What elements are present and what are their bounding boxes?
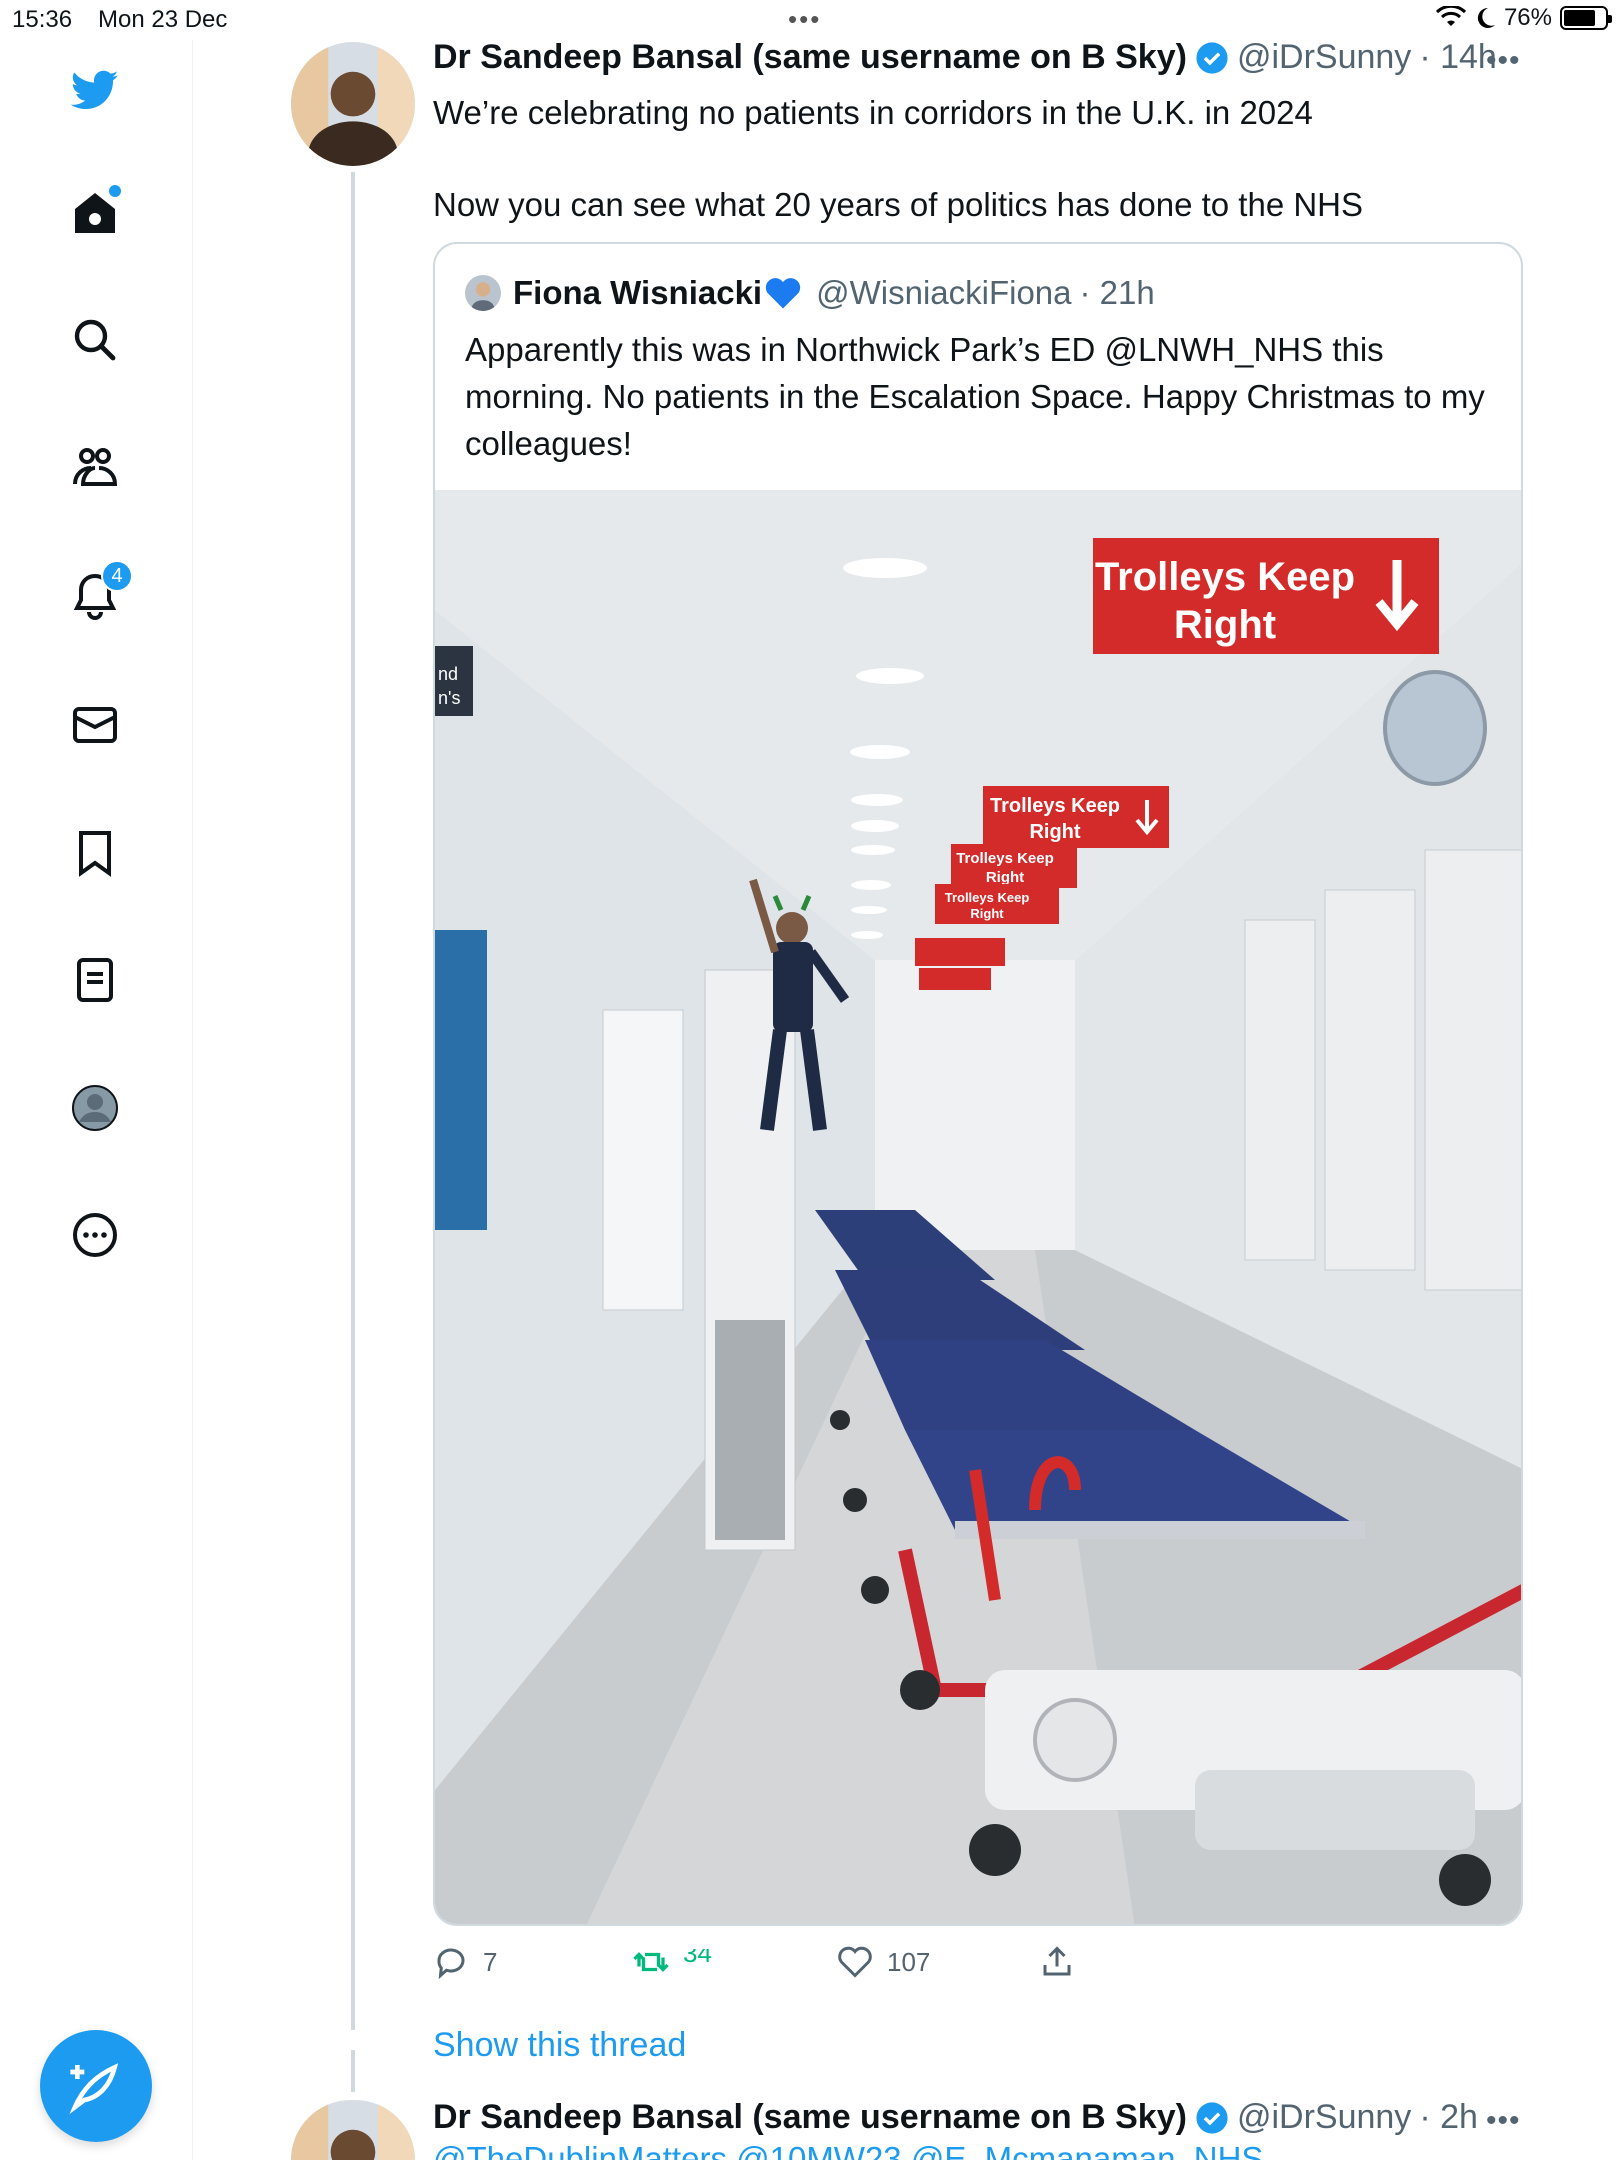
tweet-text-line: We’re celebrating no patients in corrido… (433, 94, 1313, 131)
like-button[interactable]: 107 (837, 1944, 930, 1980)
author-name[interactable]: Dr Sandeep Bansal (same username on B Sk… (433, 2098, 1187, 2137)
quoted-tweet-text: Apparently this was in Northwick Park’s … (465, 331, 1485, 462)
notification-badge: 4 (101, 560, 133, 592)
svg-text:Trolleys Keep: Trolleys Keep (990, 795, 1120, 817)
share-button[interactable] (1039, 1944, 1075, 1980)
thread-connector (351, 172, 355, 2092)
more-options-icon[interactable]: ••• (1486, 44, 1521, 78)
quoted-tweet-photo[interactable]: Trolleys Keep Right Trolleys Keep Right … (435, 490, 1523, 1926)
reply-button[interactable]: 7 (433, 1944, 497, 1980)
svg-text:Right: Right (1029, 821, 1080, 843)
svg-text:Right: Right (986, 869, 1024, 886)
quoted-tweet-header: Fiona Wisniacki @WisniackiFiona · 21h (465, 274, 1155, 312)
quoted-avatar (465, 275, 501, 311)
wifi-icon (1435, 6, 1466, 26)
reply-icon (437, 1948, 465, 1980)
status-time: 15:36 (12, 6, 73, 33)
communities-icon[interactable] (65, 438, 125, 498)
quoted-author-handle: @WisniackiFiona (816, 274, 1072, 311)
tweet-header: Dr Sandeep Bansal (same username on B Sk… (433, 38, 1497, 77)
tweet-text: @TheDublinMatters @10MW23 @E_Mcmanaman_N… (433, 2140, 1264, 2160)
search-icon[interactable] (65, 310, 125, 370)
like-heart-icon (838, 1946, 872, 1978)
tweet-actions: 7 34 107 (433, 1944, 1093, 1994)
lists-icon[interactable] (65, 950, 125, 1010)
retweet-count: 34 (683, 1949, 712, 1968)
show-thread-link[interactable]: Show this thread (433, 2026, 686, 2065)
multitasking-dots[interactable]: ••• (788, 6, 821, 32)
tweet-time[interactable]: · 2h (1419, 2098, 1478, 2137)
retweet-icon (633, 1952, 669, 1972)
author-handle[interactable]: @iDrSunny (1237, 38, 1411, 77)
compose-feather-icon (69, 2063, 119, 2114)
svg-text:Right: Right (1174, 603, 1276, 647)
author-handle[interactable]: @iDrSunny (1237, 2098, 1411, 2137)
quoted-author-name: Fiona Wisniacki (513, 274, 763, 311)
battery-percent: 76% (1503, 4, 1552, 31)
profile-icon[interactable] (65, 1078, 125, 1138)
more-icon[interactable] (65, 1205, 125, 1265)
notifications-icon[interactable]: 4 (65, 560, 133, 626)
avatar[interactable] (291, 2100, 415, 2160)
author-name[interactable]: Dr Sandeep Bansal (same username on B Sk… (433, 38, 1187, 77)
quoted-tweet[interactable]: Fiona Wisniacki @WisniackiFiona · 21h Ap… (433, 242, 1523, 1926)
svg-text:Trolleys Keep: Trolleys Keep (945, 890, 1030, 905)
moon-icon (1477, 7, 1495, 28)
svg-text:Trolleys Keep: Trolleys Keep (956, 850, 1054, 867)
status-bar: 15:36 Mon 23 Dec ••• 76% (0, 0, 1620, 40)
share-icon (1043, 1946, 1071, 1976)
more-options-icon[interactable]: ••• (1486, 2104, 1521, 2138)
svg-text:n's: n's (438, 688, 460, 708)
status-right: 76% (1435, 4, 1612, 32)
tweet-header: Dr Sandeep Bansal (same username on B Sk… (433, 2098, 1478, 2137)
status-date: Mon 23 Dec (98, 6, 228, 33)
messages-icon[interactable] (65, 695, 125, 755)
like-count: 107 (887, 1946, 931, 1977)
verified-badge-icon (1196, 2101, 1228, 2134)
compose-button[interactable] (40, 2030, 152, 2142)
reply-count: 7 (483, 1946, 498, 1977)
bookmark-icon[interactable] (65, 823, 125, 883)
svg-text:Trolleys Keep: Trolleys Keep (1095, 555, 1355, 599)
verified-badge-icon (1196, 41, 1228, 74)
retweet-button[interactable]: 34 (633, 1944, 712, 1980)
battery-icon (1560, 6, 1612, 30)
trolleys-keep-right-sign: Trolleys Keep Right (1093, 538, 1439, 654)
svg-text:nd: nd (438, 664, 458, 684)
svg-text:Right: Right (970, 906, 1004, 921)
new-content-dot (109, 185, 121, 197)
blue-heart-icon (765, 278, 801, 309)
sidebar: 4 (0, 40, 193, 2160)
home-icon[interactable] (65, 183, 125, 243)
avatar[interactable] (291, 42, 415, 166)
twitter-bird-icon[interactable] (65, 60, 125, 120)
quoted-tweet-time: · 21h (1079, 274, 1155, 311)
tweet-text-line: Now you can see what 20 years of politic… (433, 186, 1364, 223)
